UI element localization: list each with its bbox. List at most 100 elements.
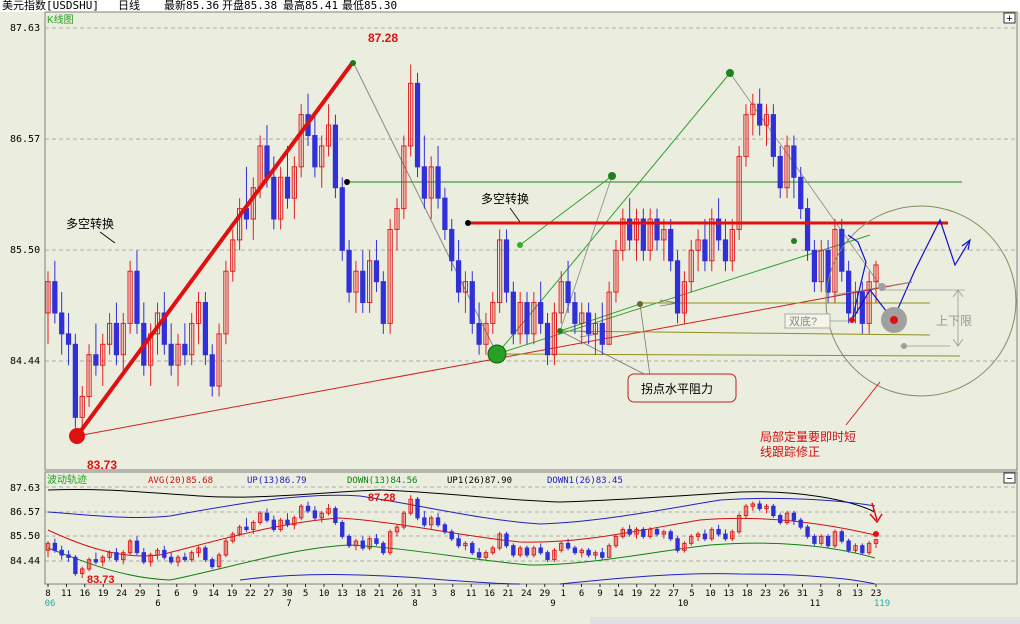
x-day-label: 8	[45, 589, 50, 599]
candle-body	[565, 542, 571, 549]
candle-body	[305, 505, 311, 512]
candle-body	[414, 82, 421, 168]
candle-body	[524, 547, 530, 556]
candle-body	[544, 322, 551, 356]
note-line-1: 局部定量要即时短	[760, 429, 856, 444]
candle-body	[346, 249, 352, 293]
sub-y-tick: 87.63	[10, 483, 40, 494]
candle-body	[585, 312, 592, 335]
candle-body	[182, 343, 188, 356]
x-day-label: 19	[98, 589, 109, 599]
candle-body	[203, 547, 208, 561]
x-day-label: 19	[227, 589, 238, 599]
candle-body	[442, 524, 448, 533]
candle-body	[641, 528, 646, 537]
candle-body	[52, 542, 58, 551]
x-day-label: 13	[337, 589, 348, 599]
x-day-label: 18	[355, 589, 366, 599]
candle-body	[469, 281, 475, 324]
sub-high-label: 87.28	[368, 492, 396, 504]
candle-body	[825, 249, 831, 293]
low-point-marker	[69, 428, 85, 444]
candle-body	[72, 343, 78, 418]
candle-body	[168, 556, 174, 563]
x-day-label: 16	[79, 589, 90, 599]
candle-body	[524, 302, 530, 335]
bull-bear-label-mid: 多空转换	[481, 191, 529, 206]
candle-body	[339, 187, 345, 251]
candle-body	[59, 549, 64, 556]
pivot-dot	[465, 220, 471, 226]
candle-body	[504, 533, 509, 547]
candle-body	[244, 526, 249, 530]
candle-body	[449, 228, 455, 262]
candle-body	[114, 552, 119, 561]
candle-body	[415, 498, 420, 519]
sub-y-axis: 87.63 86.57 85.50 84.44	[10, 483, 40, 567]
candle-body	[284, 176, 291, 199]
legend-up: UP(13)86.79	[247, 476, 307, 486]
candle-body	[805, 526, 810, 537]
candle-body	[66, 554, 71, 558]
x-day-label: 14	[208, 589, 219, 599]
candle-body	[846, 540, 851, 551]
chart-canvas[interactable]: K线图 + 87.63 86.57 85.50 84.44 87.28 83.7…	[0, 0, 1020, 624]
candle-body	[380, 281, 386, 324]
candle-body	[757, 103, 763, 126]
pivot-dot	[344, 179, 350, 185]
pivot-dot	[557, 328, 563, 334]
candle-body	[93, 354, 99, 366]
candle-body	[449, 531, 454, 540]
x-month-label: 7	[286, 599, 291, 609]
x-day-label: 13	[852, 589, 863, 599]
candle-body	[134, 270, 140, 324]
candle-body	[791, 145, 797, 178]
candle-body	[476, 552, 482, 558]
candle-body	[511, 545, 516, 556]
candle-body	[435, 166, 441, 199]
x-day-label: 23	[760, 589, 771, 599]
candle-body	[674, 260, 681, 314]
candle-body	[271, 176, 277, 220]
candle-body	[723, 533, 728, 540]
x-day-label: 10	[705, 589, 716, 599]
legend-up1: UP1(26)87.90	[447, 476, 512, 486]
candle-body	[312, 135, 318, 168]
candle-body	[59, 312, 65, 335]
candle-body	[770, 114, 776, 157]
x-day-label: 3	[432, 589, 437, 599]
candle-body	[113, 322, 120, 356]
x-day-label: 26	[779, 589, 790, 599]
candle-body	[545, 552, 550, 561]
high-price-label: 87.28	[368, 31, 398, 45]
candle-body	[859, 291, 865, 324]
candle-body	[134, 540, 140, 554]
double-bottom-label: 双底?	[789, 314, 817, 328]
legend-avg: AVG(20)85.68	[148, 476, 213, 486]
current-dot	[873, 531, 879, 537]
candle-body	[455, 260, 462, 293]
x-day-label: 6	[174, 589, 179, 599]
candle-body	[373, 260, 380, 283]
x-day-label: 21	[374, 589, 385, 599]
candle-body	[271, 519, 277, 530]
candle-body	[264, 512, 270, 521]
candle-body	[839, 531, 844, 542]
candle-body	[346, 535, 352, 547]
pivot-dot	[517, 242, 523, 248]
candle-body	[675, 538, 680, 551]
candle-body	[599, 322, 605, 345]
candle-body	[168, 343, 174, 366]
note-line-2: 线跟踪修正	[760, 444, 820, 459]
x-day-label: 8	[450, 589, 455, 599]
candle-body	[812, 535, 817, 544]
candle-body	[668, 531, 673, 540]
candle-body	[93, 559, 99, 563]
candle-body	[470, 542, 475, 554]
main-y-tick: 86.57	[10, 134, 40, 145]
x-day-label: 13	[723, 589, 734, 599]
candle-body	[209, 354, 215, 387]
sub-y-tick: 85.50	[10, 531, 40, 542]
candle-body	[804, 208, 811, 251]
x-day-label: 30	[282, 589, 293, 599]
